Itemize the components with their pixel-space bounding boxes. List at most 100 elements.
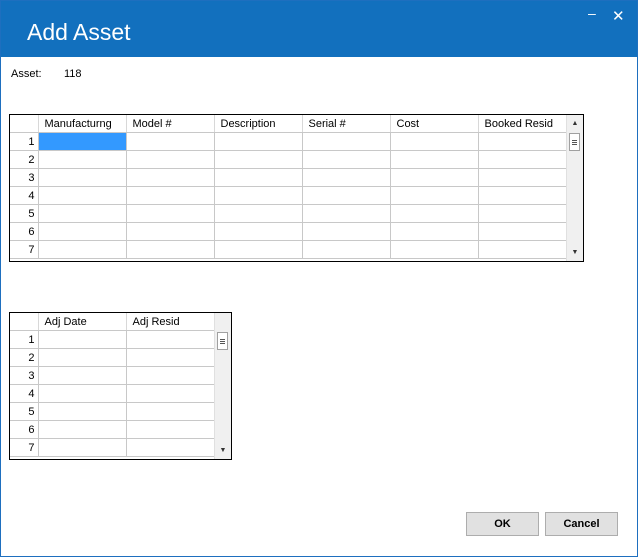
- grid-cell[interactable]: [126, 438, 215, 457]
- grid-cell[interactable]: [302, 204, 391, 223]
- grid-cell[interactable]: [390, 168, 479, 187]
- scroll-up-icon[interactable]: ▲: [567, 115, 583, 132]
- grid-cell[interactable]: [38, 348, 127, 367]
- row-number[interactable]: 4: [10, 186, 39, 205]
- scroll-down-icon[interactable]: ▼: [567, 244, 583, 261]
- col-header-model[interactable]: Model #: [126, 115, 215, 133]
- row-number[interactable]: 6: [10, 222, 39, 241]
- col-header-cost[interactable]: Cost: [390, 115, 479, 133]
- close-icon[interactable]: ✕: [612, 9, 625, 24]
- grid-cell[interactable]: [38, 150, 127, 169]
- row-number[interactable]: 2: [10, 150, 39, 169]
- row-number[interactable]: 3: [10, 168, 39, 187]
- grid-cell[interactable]: [478, 132, 567, 151]
- row-number[interactable]: 7: [10, 240, 39, 259]
- asset-grid-scrollbar[interactable]: ▲ ▼: [566, 115, 583, 261]
- grid-cell[interactable]: [126, 150, 215, 169]
- row-number[interactable]: 3: [10, 366, 39, 385]
- grid-cell[interactable]: [478, 204, 567, 223]
- cancel-button[interactable]: Cancel: [545, 512, 618, 536]
- resid-grid[interactable]: Adj Date Adj Resid 1 2 3 4 5 6 7 ▼: [9, 312, 232, 460]
- grid-cell[interactable]: [390, 240, 479, 259]
- ok-button[interactable]: OK: [466, 512, 539, 536]
- row-number[interactable]: 1: [10, 132, 39, 151]
- grid-corner: [10, 313, 39, 331]
- grid-cell[interactable]: [126, 402, 215, 421]
- grid-cell[interactable]: [214, 222, 303, 241]
- grid-cell[interactable]: [302, 240, 391, 259]
- grid-cell[interactable]: [390, 186, 479, 205]
- col-header-adj-resid[interactable]: Adj Resid: [126, 313, 215, 331]
- scroll-down-icon[interactable]: ▼: [215, 442, 231, 459]
- grid-cell[interactable]: [38, 132, 127, 151]
- grid-cell[interactable]: [126, 222, 215, 241]
- grid-cell[interactable]: [38, 420, 127, 439]
- grid-cell[interactable]: [126, 186, 215, 205]
- grid-cell[interactable]: [302, 222, 391, 241]
- grid-cell[interactable]: [126, 384, 215, 403]
- grid-cell[interactable]: [214, 168, 303, 187]
- grid-cell[interactable]: [126, 330, 215, 349]
- grid-cell[interactable]: [38, 402, 127, 421]
- grid-cell[interactable]: [126, 366, 215, 385]
- grid-cell[interactable]: [214, 186, 303, 205]
- row-number[interactable]: 6: [10, 420, 39, 439]
- grid-cell[interactable]: [214, 204, 303, 223]
- grid-cell[interactable]: [302, 168, 391, 187]
- col-header-adj-date[interactable]: Adj Date: [38, 313, 127, 331]
- grid-cell[interactable]: [38, 204, 127, 223]
- col-header-serial[interactable]: Serial #: [302, 115, 391, 133]
- grid-cell[interactable]: [390, 150, 479, 169]
- grid-cell[interactable]: [38, 240, 127, 259]
- grid-cell[interactable]: [214, 240, 303, 259]
- grid-cell[interactable]: [478, 150, 567, 169]
- grid-cell[interactable]: [126, 420, 215, 439]
- grid-cell[interactable]: [214, 150, 303, 169]
- row-number[interactable]: 2: [10, 348, 39, 367]
- resid-grid-scrollbar[interactable]: ▼: [214, 313, 231, 459]
- grid-cell[interactable]: [478, 240, 567, 259]
- grid-cell[interactable]: [478, 168, 567, 187]
- asset-grid[interactable]: Manufacturng Model # Description Serial …: [9, 114, 584, 262]
- grid-cell[interactable]: [38, 222, 127, 241]
- scroll-thumb[interactable]: [569, 133, 580, 151]
- grid-cell[interactable]: [126, 204, 215, 223]
- resid-grid-table: Adj Date Adj Resid 1 2 3 4 5 6 7: [10, 313, 215, 457]
- grid-cell[interactable]: [390, 204, 479, 223]
- grid-cell[interactable]: [478, 222, 567, 241]
- row-number[interactable]: 4: [10, 384, 39, 403]
- col-header-booked-resid[interactable]: Booked Resid: [478, 115, 567, 133]
- grid-cell[interactable]: [302, 150, 391, 169]
- grid-cell[interactable]: [38, 168, 127, 187]
- table-row: 3: [10, 366, 215, 385]
- row-number[interactable]: 5: [10, 402, 39, 421]
- asset-label: Asset:: [11, 68, 42, 80]
- grid-cell[interactable]: [38, 384, 127, 403]
- row-number[interactable]: 7: [10, 438, 39, 457]
- grid-cell[interactable]: [214, 132, 303, 151]
- grid-cell[interactable]: [126, 348, 215, 367]
- table-row: 5: [10, 204, 567, 223]
- grid-cell[interactable]: [478, 186, 567, 205]
- grid-cell[interactable]: [38, 438, 127, 457]
- row-number[interactable]: 1: [10, 330, 39, 349]
- grid-cell[interactable]: [38, 330, 127, 349]
- scroll-thumb[interactable]: [217, 332, 228, 350]
- minimize-icon[interactable]: –: [588, 6, 596, 20]
- table-row: 4: [10, 186, 567, 205]
- asset-grid-table: Manufacturng Model # Description Serial …: [10, 115, 567, 259]
- table-row: 6: [10, 222, 567, 241]
- row-number[interactable]: 5: [10, 204, 39, 223]
- grid-cell[interactable]: [390, 132, 479, 151]
- grid-cell[interactable]: [302, 132, 391, 151]
- title-bar: Add Asset – ✕: [1, 1, 637, 57]
- col-header-description[interactable]: Description: [214, 115, 303, 133]
- grid-cell[interactable]: [126, 132, 215, 151]
- grid-cell[interactable]: [38, 186, 127, 205]
- grid-cell[interactable]: [38, 366, 127, 385]
- grid-cell[interactable]: [302, 186, 391, 205]
- grid-cell[interactable]: [126, 168, 215, 187]
- col-header-manufacturing[interactable]: Manufacturng: [38, 115, 127, 133]
- grid-cell[interactable]: [390, 222, 479, 241]
- grid-cell[interactable]: [126, 240, 215, 259]
